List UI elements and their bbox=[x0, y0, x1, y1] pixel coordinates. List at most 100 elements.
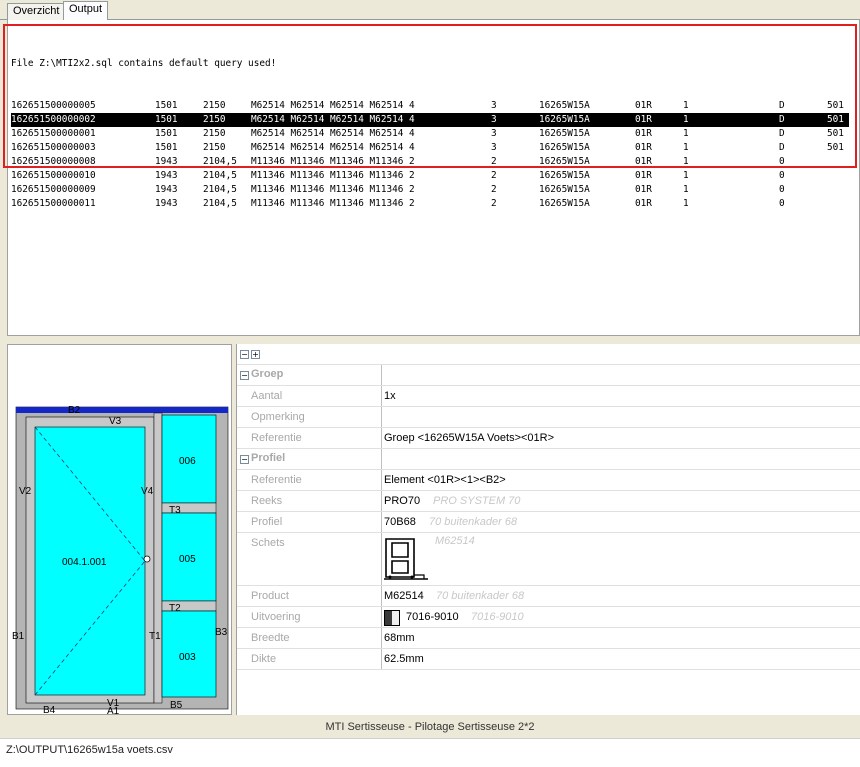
output-cell: 162651500000009 bbox=[11, 184, 96, 195]
window-drawing-panel[interactable]: B2 V3 V2 V4 004.1.001 006 T3 005 T2 003 … bbox=[7, 344, 232, 715]
prop-row-aantal[interactable]: Aantal 1x bbox=[237, 386, 860, 407]
output-cell: D bbox=[779, 114, 785, 125]
label-pane-006: 006 bbox=[179, 456, 196, 467]
output-cell: M62514 M62514 M62514 M62514 4 bbox=[251, 142, 415, 153]
output-cell: 2150 bbox=[203, 114, 226, 125]
label-b5: B5 bbox=[170, 700, 183, 711]
output-cell: 1 bbox=[683, 156, 689, 167]
prop-row-breedte[interactable]: Breedte 68mm bbox=[237, 628, 860, 649]
properties-grid[interactable]: − + − Groep Aantal 1x Opmerking Referent… bbox=[236, 344, 860, 715]
prop-description: 7016-9010 bbox=[471, 611, 524, 623]
prop-row-dikte[interactable]: Dikte 62.5mm bbox=[237, 649, 860, 670]
expand-all-icon[interactable]: + bbox=[251, 350, 260, 359]
label-v3: V3 bbox=[109, 416, 122, 427]
output-row[interactable]: 162651500000009 1943 2104,5 M11346 M11346 M… bbox=[11, 183, 849, 197]
output-cell: 1501 bbox=[155, 142, 178, 153]
output-cell: M11346 M11346 M11346 M11346 2 bbox=[251, 184, 415, 195]
prop-label: Reeks bbox=[251, 495, 283, 507]
output-cell: M62514 M62514 M62514 M62514 4 bbox=[251, 100, 415, 111]
profile-sketch-icon bbox=[384, 538, 428, 580]
label-v4: V4 bbox=[141, 486, 154, 497]
output-row[interactable]: 162651500000003 1501 2150 M62514 M62514 M62… bbox=[11, 141, 849, 155]
tab-overzicht[interactable]: Overzicht bbox=[7, 3, 66, 20]
output-cell: 2104,5 bbox=[203, 170, 237, 181]
output-cell: 16265W15A bbox=[539, 156, 590, 167]
prop-row-referentie[interactable]: Referentie Groep <16265W15A Voets><01R> bbox=[237, 428, 860, 449]
output-cell: 01R bbox=[635, 156, 652, 167]
output-cell: 2104,5 bbox=[203, 184, 237, 195]
output-row[interactable]: 162651500000002 1501 2150 M62514 M62514 M62… bbox=[11, 113, 849, 127]
prop-row-reeks[interactable]: Reeks PRO70 PRO SYSTEM 70 bbox=[237, 491, 860, 512]
output-cell: 0 bbox=[779, 198, 785, 209]
output-row[interactable]: 162651500000008 1943 2104,5 M11346 M11346 M… bbox=[11, 155, 849, 169]
output-cell: 01R bbox=[635, 198, 652, 209]
grid-header: − + bbox=[237, 344, 860, 365]
label-pane-005: 005 bbox=[179, 554, 196, 565]
collapse-icon[interactable]: − bbox=[240, 371, 249, 380]
horizontal-splitter[interactable] bbox=[0, 336, 860, 344]
prop-row-opmerking[interactable]: Opmerking bbox=[237, 407, 860, 428]
output-cell: 2150 bbox=[203, 128, 226, 139]
output-row[interactable]: 162651500000011 1943 2104,5 M11346 M11346 M… bbox=[11, 197, 849, 211]
prop-row-profiel[interactable]: Profiel 70B68 70 buitenkader 68 bbox=[237, 512, 860, 533]
prop-label: Breedte bbox=[251, 632, 290, 644]
output-cell: 1501 bbox=[155, 128, 178, 139]
prop-value: 7016-9010 bbox=[406, 611, 459, 623]
output-cell: 2150 bbox=[203, 142, 226, 153]
prop-value: M62514 bbox=[384, 590, 424, 602]
label-b4: B4 bbox=[43, 705, 56, 715]
prop-row-referentie[interactable]: Referentie Element <01R><1><B2> bbox=[237, 470, 860, 491]
output-cell: 1943 bbox=[155, 156, 178, 167]
prop-row-product[interactable]: Product M62514 70 buitenkader 68 bbox=[237, 586, 860, 607]
output-cell: 1 bbox=[683, 114, 689, 125]
prop-row-uitvoering[interactable]: Uitvoering 7016-9010 7016-9010 bbox=[237, 607, 860, 628]
output-cell: 1 bbox=[683, 128, 689, 139]
output-cell: 162651500000011 bbox=[11, 198, 96, 209]
label-v2: V2 bbox=[19, 486, 32, 497]
prop-label: Referentie bbox=[251, 432, 302, 444]
output-cell: 3 bbox=[491, 142, 497, 153]
output-cell: M11346 M11346 M11346 M11346 2 bbox=[251, 198, 415, 209]
output-cell: 16265W15A bbox=[539, 128, 590, 139]
tab-strip: Overzicht Output bbox=[0, 0, 860, 20]
prop-description: 70 buitenkader 68 bbox=[436, 590, 525, 602]
output-cell: 2104,5 bbox=[203, 198, 237, 209]
collapse-all-icon[interactable]: − bbox=[240, 350, 249, 359]
prop-value: Groep <16265W15A Voets><01R> bbox=[384, 432, 555, 444]
prop-row-schets[interactable]: Schets M62514 bbox=[237, 533, 860, 586]
output-row[interactable]: 162651500000001 1501 2150 M62514 M62514 M62… bbox=[11, 127, 849, 141]
prop-value: 1x bbox=[384, 390, 396, 402]
prop-description: M62514 bbox=[435, 535, 475, 547]
label-b3: B3 bbox=[215, 627, 228, 638]
output-cell: M62514 M62514 M62514 M62514 4 bbox=[251, 128, 415, 139]
output-cell: 0 bbox=[779, 184, 785, 195]
output-row[interactable]: 162651500000010 1943 2104,5 M11346 M11346 M… bbox=[11, 169, 849, 183]
output-row[interactable]: 162651500000005 1501 2150 M62514 M62514 M62… bbox=[11, 99, 849, 113]
collapse-icon[interactable]: − bbox=[240, 455, 249, 464]
prop-description: PRO SYSTEM 70 bbox=[433, 495, 521, 507]
prop-label: Aantal bbox=[251, 390, 283, 402]
output-cell: 2150 bbox=[203, 100, 226, 111]
output-file-path: Z:\OUTPUT\16265w15a voets.csv bbox=[6, 744, 173, 756]
output-cell: 1 bbox=[683, 100, 689, 111]
output-cell: D bbox=[779, 142, 785, 153]
tab-output[interactable]: Output bbox=[63, 1, 109, 20]
output-header-line: File Z:\MTI2x2.sql contains default quer… bbox=[11, 58, 277, 69]
color-swatch-icon bbox=[384, 610, 400, 626]
label-b2: B2 bbox=[68, 405, 81, 416]
output-cell: 3 bbox=[491, 114, 497, 125]
output-cell: D bbox=[779, 128, 785, 139]
top-bar bbox=[16, 407, 228, 413]
category-groep[interactable]: − Groep bbox=[237, 365, 860, 386]
category-profiel[interactable]: − Profiel bbox=[237, 449, 860, 470]
output-cell: 01R bbox=[635, 114, 652, 125]
output-cell: 2 bbox=[491, 198, 497, 209]
output-cell: 2 bbox=[491, 170, 497, 181]
output-cell: 16265W15A bbox=[539, 198, 590, 209]
output-cell: 1501 bbox=[155, 100, 178, 111]
path-status-bar: Z:\OUTPUT\16265w15a voets.csv bbox=[0, 738, 860, 767]
title-status-bar: MTI Sertisseuse - Pilotage Sertisseuse 2… bbox=[0, 716, 860, 738]
output-cell: 1 bbox=[683, 184, 689, 195]
prop-label: Profiel bbox=[251, 516, 283, 528]
output-cell: 162651500000002 bbox=[11, 114, 96, 125]
